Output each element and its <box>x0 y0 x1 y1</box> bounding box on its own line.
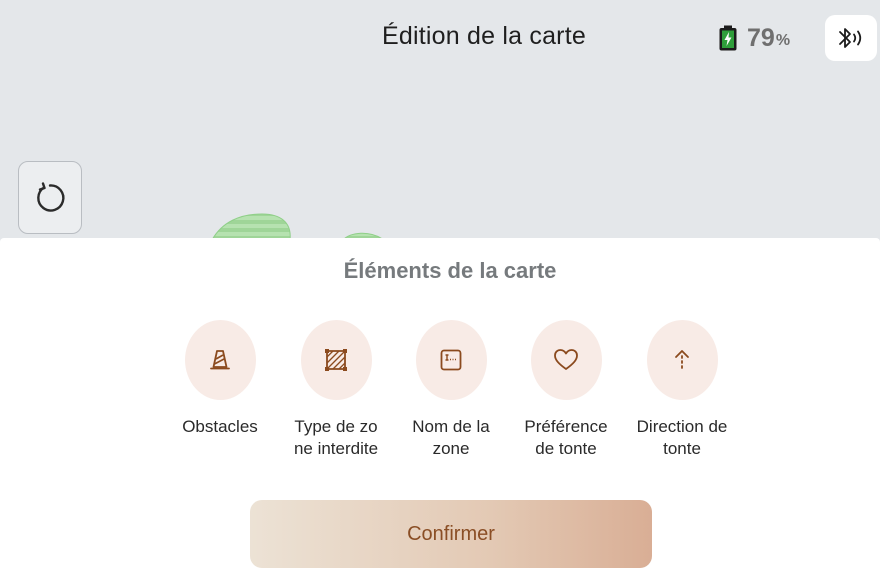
map-area[interactable]: Édition de la carte 79 % <box>0 0 880 240</box>
element-label: Direction de tonte <box>636 417 728 458</box>
element-obstacles[interactable]: Obstacles <box>165 320 275 438</box>
element-mowing-direction[interactable]: Direction de tonte <box>627 320 737 460</box>
map-zone-1 <box>211 213 291 240</box>
element-label: Obstacles <box>182 417 258 436</box>
element-icon-circle <box>415 320 487 400</box>
zone-name-icon <box>440 349 462 371</box>
map-elements-sheet: Éléments de la carte Obstacles Type de z… <box>0 238 880 587</box>
refresh-button[interactable] <box>18 161 82 234</box>
heart-icon <box>554 349 578 370</box>
forbidden-zone-icon <box>325 349 347 371</box>
cone-icon <box>210 350 230 370</box>
element-label: Nom de la zone <box>412 417 490 458</box>
sheet-title: Éléments de la carte <box>343 258 557 283</box>
element-icon-circle <box>300 320 372 400</box>
battery-unit: % <box>775 32 791 49</box>
bluetooth-icon <box>839 28 862 48</box>
element-label: Préférence de tonte <box>524 417 608 458</box>
element-icon-circle <box>646 320 718 400</box>
map-elements-list: Obstacles Type de zone interdite Nom de … <box>0 320 880 490</box>
element-zone-name[interactable]: Nom de la zone <box>396 320 506 460</box>
element-label: Type de zone interdite <box>293 417 379 458</box>
element-mowing-preference[interactable]: Préférence de tonte <box>511 320 621 460</box>
battery-percent: 79 <box>747 24 775 52</box>
battery-indicator: 79 % <box>718 25 790 52</box>
bluetooth-button[interactable] <box>825 15 877 61</box>
element-icon-circle <box>530 320 602 400</box>
element-icon-circle <box>184 320 256 400</box>
element-forbidden-zone-type[interactable]: Type de zone interdite <box>281 320 391 460</box>
refresh-icon <box>37 181 65 212</box>
confirm-button[interactable]: Confirmer <box>250 500 652 568</box>
direction-arrow-icon <box>675 350 689 369</box>
battery-charging-icon <box>719 25 737 51</box>
